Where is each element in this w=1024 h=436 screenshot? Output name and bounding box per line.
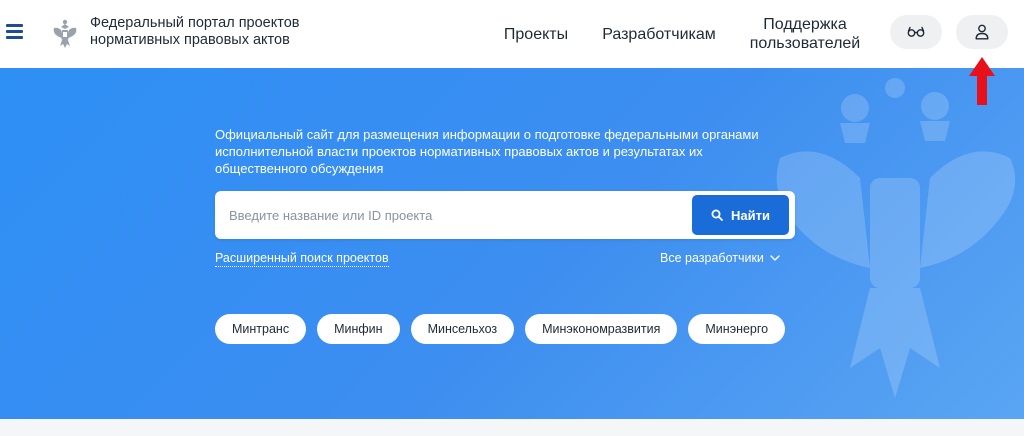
red-arrow-annotation xyxy=(969,57,995,105)
menu-icon[interactable] xyxy=(6,24,23,40)
advanced-search-link[interactable]: Расширенный поиск проектов xyxy=(215,250,389,267)
nav-support[interactable]: Поддержка пользователей xyxy=(745,0,865,68)
nav-support-line1: Поддержка xyxy=(763,16,847,33)
search-icon xyxy=(711,209,723,221)
developer-chips: Минтранс Минфин Минсельхоз Минэкономразв… xyxy=(215,314,786,344)
user-icon xyxy=(975,24,989,40)
chip-mineconomrazvitiya[interactable]: Минэкономразвития xyxy=(525,314,678,344)
search-button-label: Найти xyxy=(731,207,770,223)
nav-projects[interactable]: Проекты xyxy=(500,0,572,68)
all-developers-label: Все разработчики xyxy=(660,251,764,265)
emblem-icon xyxy=(53,19,77,48)
vision-mode-button[interactable] xyxy=(890,15,942,49)
search-bar: Найти xyxy=(215,191,795,239)
header: Федеральный портал проектов нормативных … xyxy=(0,0,1024,68)
description-line2: исполнительной власти проектов нормативн… xyxy=(215,144,703,159)
description-line3: общественного обсуждения xyxy=(215,161,384,176)
search-button[interactable]: Найти xyxy=(692,195,789,235)
nav-support-line2: пользователей xyxy=(749,35,861,52)
chip-mintrans[interactable]: Минтранс xyxy=(215,314,307,344)
eagle-emblem-watermark xyxy=(776,78,1016,398)
chip-minselkhoz[interactable]: Минсельхоз xyxy=(410,314,515,344)
portal-title-line2: нормативных правовых актов xyxy=(90,32,290,48)
portal-title-line1: Федеральный портал проектов xyxy=(90,15,300,31)
chip-minenergo[interactable]: Минэнерго xyxy=(688,314,786,344)
user-button[interactable] xyxy=(956,15,1008,49)
nav-developers[interactable]: Разработчикам xyxy=(600,0,718,68)
search-input[interactable] xyxy=(229,191,679,239)
hero-banner: Официальный сайт для размещения информац… xyxy=(0,68,1024,419)
glasses-icon xyxy=(907,26,925,37)
chip-minfin[interactable]: Минфин xyxy=(317,314,400,344)
description-line1: Официальный сайт для размещения информац… xyxy=(215,127,759,142)
portal-title[interactable]: Федеральный портал проектов нормативных … xyxy=(90,15,350,49)
all-developers-dropdown[interactable]: Все разработчики xyxy=(660,250,780,266)
chevron-down-icon xyxy=(770,255,780,261)
portal-description: Официальный сайт для размещения информац… xyxy=(215,126,775,177)
